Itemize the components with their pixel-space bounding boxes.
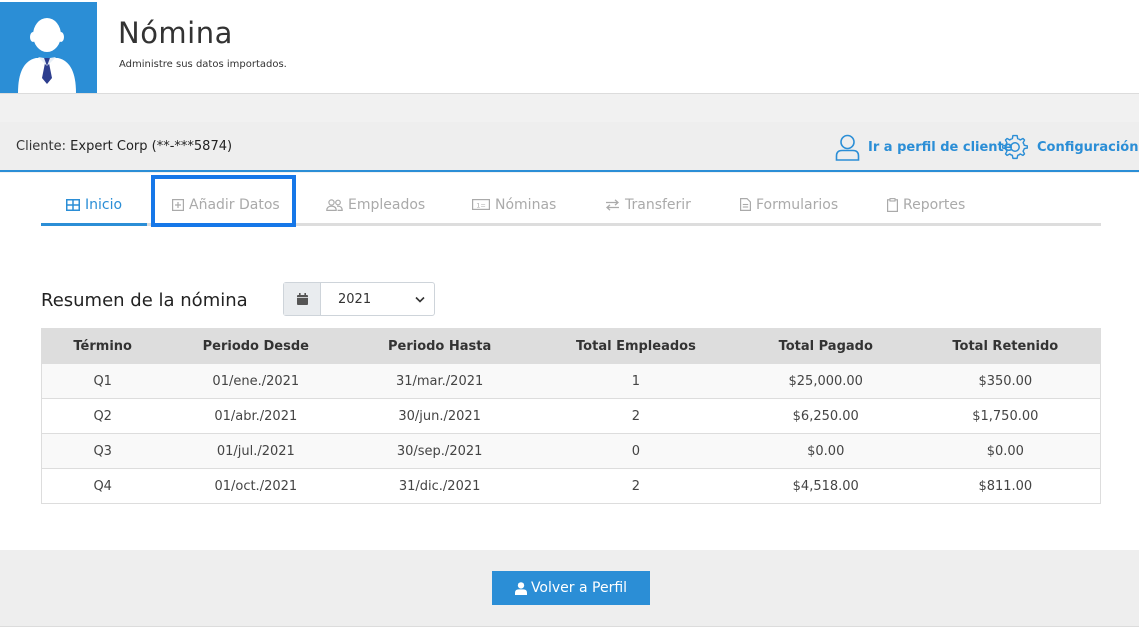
table-cell: Q2 <box>41 398 164 434</box>
table-cell: 31/mar./2021 <box>348 363 532 399</box>
file-icon <box>740 198 751 211</box>
tab-transferir-label: Transferir <box>625 196 691 213</box>
column-header: Total Empleados <box>531 328 741 364</box>
svg-text:1=: 1= <box>476 201 486 209</box>
tab-inicio[interactable]: Inicio <box>66 186 122 223</box>
column-header: Periodo Desde <box>163 328 349 364</box>
table-cell: $6,250.00 <box>740 398 911 434</box>
back-to-profile-button[interactable]: Volver a Perfil <box>492 571 650 605</box>
column-header: Total Pagado <box>740 328 911 364</box>
payroll-summary-table: Término Periodo Desde Periodo Hasta Tota… <box>41 328 1101 504</box>
table-cell: Q3 <box>41 433 164 469</box>
client-info: Cliente: Expert Corp (**-***5874) <box>16 139 232 154</box>
highlight-box <box>151 175 296 227</box>
tab-inicio-label: Inicio <box>85 196 123 213</box>
chevron-down-icon <box>415 296 425 303</box>
table-cell: $0.00 <box>910 433 1101 469</box>
table-cell: Q4 <box>41 468 164 504</box>
tab-formularios-label: Formularios <box>756 196 839 213</box>
tab-empleados[interactable]: Empleados <box>326 186 425 223</box>
money-bill-icon: 1= <box>472 199 490 210</box>
back-to-profile-label: Volver a Perfil <box>530 580 628 596</box>
tab-nominas-label: Nóminas <box>495 196 557 213</box>
table-row: Q4 01/oct./2021 31/dic./2021 2 $4,518.00… <box>41 468 1101 504</box>
client-name: Expert Corp (**-***5874) <box>70 139 233 154</box>
page-header: Nómina Administre sus datos importados. <box>0 0 1139 94</box>
table-row: Q1 01/ene./2021 31/mar./2021 1 $25,000.0… <box>41 363 1101 399</box>
table-row: Q2 01/abr./2021 30/jun./2021 2 $6,250.00… <box>41 398 1101 434</box>
table-cell: $4,518.00 <box>740 468 911 504</box>
configuration-link-label: Configuración <box>1037 139 1139 155</box>
table-icon <box>66 198 80 211</box>
year-select-value: 2021 <box>338 291 372 307</box>
column-header: Término <box>41 328 164 364</box>
client-bar: Cliente: Expert Corp (**-***5874) Ir a p… <box>0 122 1139 172</box>
client-profile-link[interactable]: Ir a perfil de cliente <box>835 133 1013 161</box>
client-profile-link-label: Ir a perfil de cliente <box>868 139 1013 155</box>
table-row: Q3 01/jul./2021 30/sep./2021 0 $0.00 $0.… <box>41 433 1101 469</box>
user-avatar-icon <box>0 2 97 93</box>
configuration-link[interactable]: Configuración <box>1002 133 1138 161</box>
table-cell: $350.00 <box>910 363 1101 399</box>
table-cell: Q1 <box>41 363 164 399</box>
table-cell: 2 <box>531 468 741 504</box>
table-cell: 01/jul./2021 <box>163 433 349 469</box>
main-content: Inicio Añadir Datos Empleados 1= Nóminas… <box>0 173 1139 550</box>
summary-title: Resumen de la nómina <box>41 290 248 311</box>
table-cell: 0 <box>531 433 741 469</box>
column-header: Periodo Hasta <box>348 328 532 364</box>
clipboard-icon <box>887 197 898 212</box>
page-title: Nómina <box>118 16 233 50</box>
tab-nominas[interactable]: 1= Nóminas <box>472 186 556 223</box>
tab-reportes-label: Reportes <box>903 196 966 213</box>
table-header-row: Término Periodo Desde Periodo Hasta Tota… <box>41 328 1101 364</box>
tab-transferir[interactable]: Transferir <box>605 186 691 223</box>
table-cell: 01/abr./2021 <box>163 398 349 434</box>
tab-formularios[interactable]: Formularios <box>740 186 838 223</box>
gear-icon <box>1002 134 1028 160</box>
user-icon <box>514 581 527 595</box>
client-label: Cliente: <box>16 139 67 154</box>
table-cell: 30/sep./2021 <box>348 433 532 469</box>
page-subtitle: Administre sus datos importados. <box>119 59 287 70</box>
column-header: Total Retenido <box>910 328 1101 364</box>
calendar-icon <box>284 283 321 315</box>
table-cell: 2 <box>531 398 741 434</box>
tab-reportes[interactable]: Reportes <box>887 186 965 223</box>
table-cell: 31/dic./2021 <box>348 468 532 504</box>
table-cell: 01/ene./2021 <box>163 363 349 399</box>
table-cell: 01/oct./2021 <box>163 468 349 504</box>
active-tab-indicator <box>41 223 147 226</box>
exchange-icon <box>606 198 619 211</box>
table-cell: $1,750.00 <box>910 398 1101 434</box>
table-cell: $25,000.00 <box>740 363 911 399</box>
table-cell: $0.00 <box>740 433 911 469</box>
table-cell: 1 <box>531 363 741 399</box>
table-cell: $811.00 <box>910 468 1101 504</box>
table-cell: 30/jun./2021 <box>348 398 532 434</box>
users-icon <box>326 198 343 211</box>
page-footer: Volver a Perfil <box>0 550 1139 627</box>
year-select[interactable]: 2021 <box>283 282 435 316</box>
user-icon <box>835 134 860 161</box>
tab-empleados-label: Empleados <box>348 196 426 213</box>
